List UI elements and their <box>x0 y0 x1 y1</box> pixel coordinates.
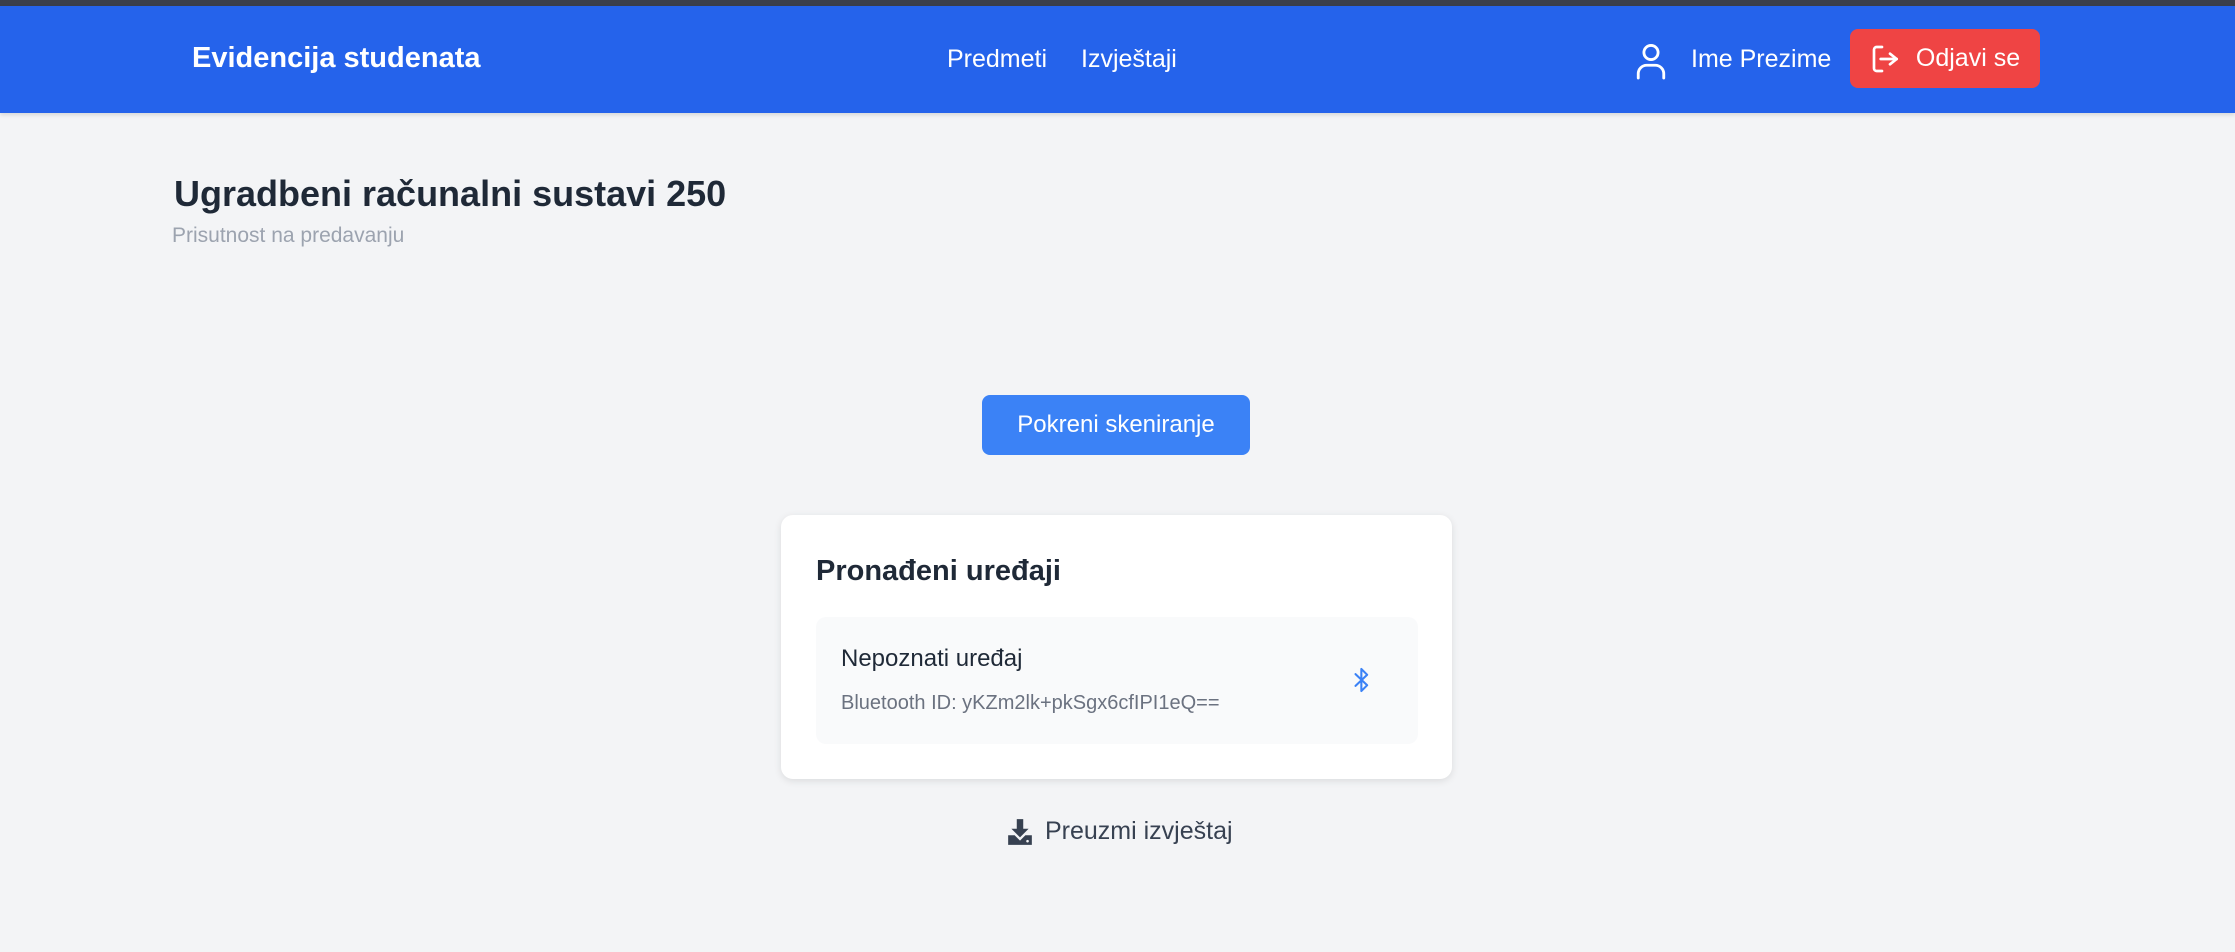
bluetooth-icon <box>1354 667 1369 693</box>
navbar: Evidencija studenata Predmeti Izvještaji… <box>0 6 2235 113</box>
device-name: Nepoznati uređaj <box>841 645 1023 672</box>
download-report-link[interactable]: Preuzmi izvještaj <box>1007 817 1233 846</box>
logout-button-label: Odjavi se <box>1915 44 2021 72</box>
page-subtitle: Prisutnost na predavanju <box>172 224 405 247</box>
page-title: Ugradbeni računalni sustavi 250 <box>174 173 727 214</box>
user-icon <box>1636 44 1666 80</box>
device-bluetooth-id: Bluetooth ID: yKZm2lk+pkSgx6cfIPI1eQ== <box>841 692 1220 714</box>
download-report-label: Preuzmi izvještaj <box>1045 817 1233 845</box>
download-icon <box>1008 818 1032 845</box>
start-scan-button[interactable]: Pokreni skeniranje <box>982 395 1250 455</box>
brand-title[interactable]: Evidencija studenata <box>192 42 481 75</box>
nav-link-predmeti[interactable]: Predmeti <box>947 45 1047 74</box>
logout-icon <box>1872 45 1898 72</box>
found-devices-card: Pronađeni uređaji Nepoznati uređaj Bluet… <box>781 515 1452 779</box>
logout-button[interactable]: Odjavi se <box>1850 29 2040 88</box>
user-name: Ime Prezime <box>1691 45 1832 73</box>
nav-link-izvjestaji[interactable]: Izvještaji <box>1081 45 1177 74</box>
device-list-item[interactable]: Nepoznati uređaj Bluetooth ID: yKZm2lk+p… <box>816 617 1418 744</box>
found-devices-title: Pronađeni uređaji <box>816 555 1061 587</box>
